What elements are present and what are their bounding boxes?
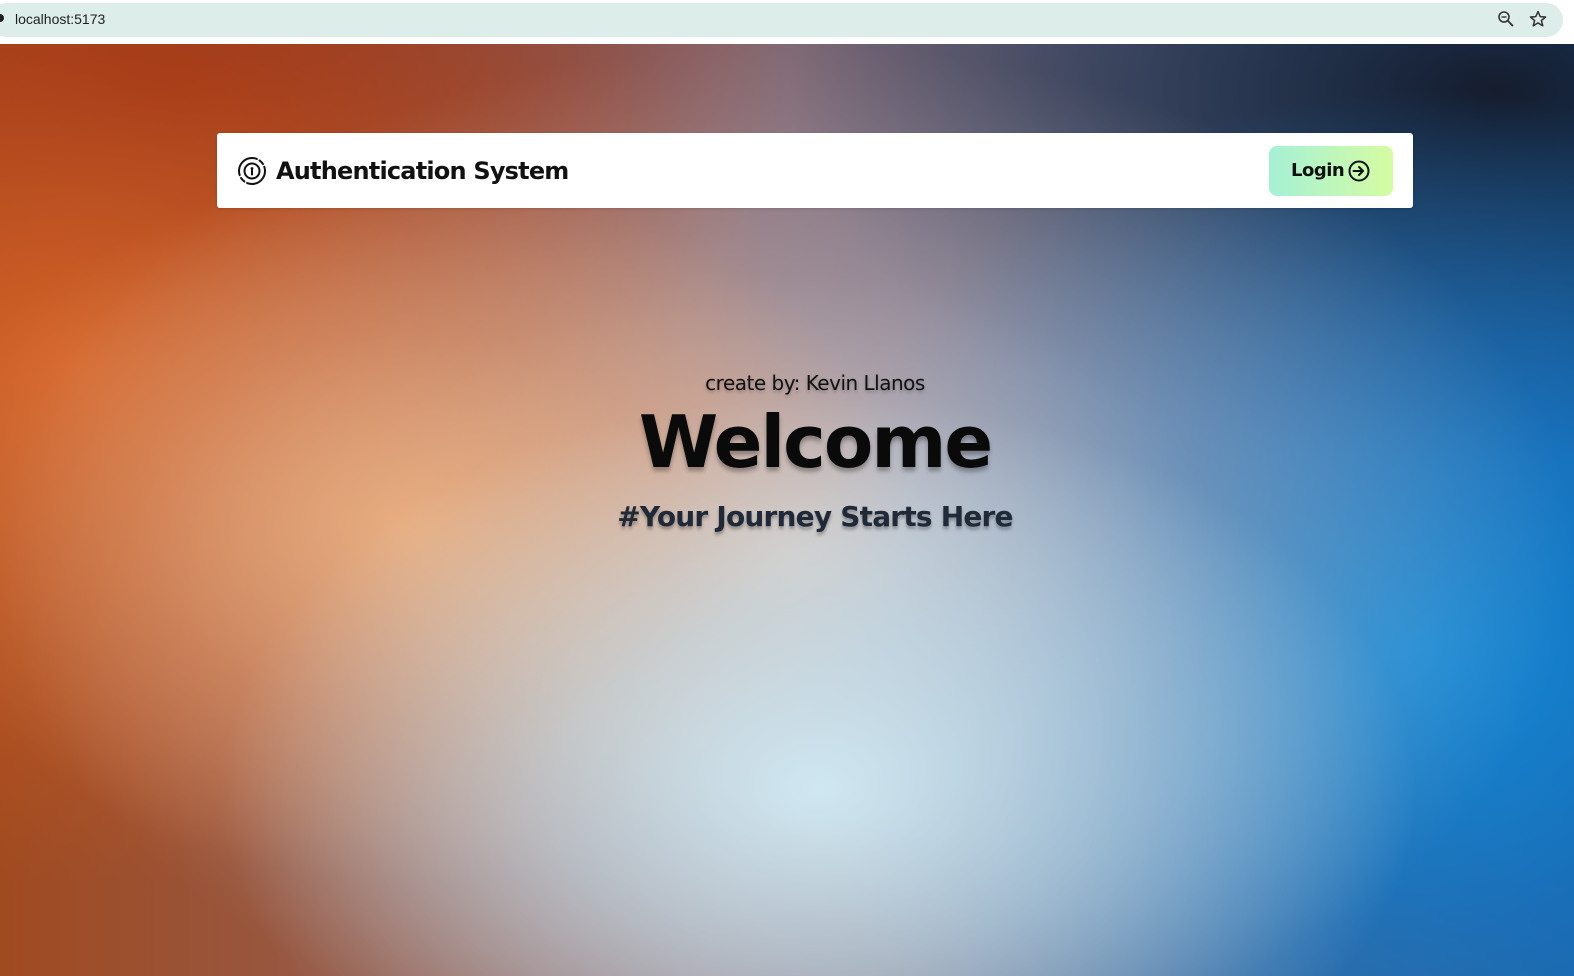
address-bar[interactable] xyxy=(0,3,1563,37)
address-bar-url[interactable]: localhost:5173 xyxy=(15,10,105,28)
hero-section: create by: Kevin Llanos Welcome #Your Jo… xyxy=(0,369,1574,535)
welcome-heading: Welcome xyxy=(638,400,993,484)
login-button-label: Login xyxy=(1291,160,1345,181)
app-title: Authentication System xyxy=(276,157,569,185)
fingerprint-lock-icon xyxy=(236,155,268,187)
zoom-icon[interactable] xyxy=(1496,9,1516,29)
page-background: Authentication System Login create by: K… xyxy=(0,44,1574,976)
bookmark-star-icon[interactable] xyxy=(1528,9,1548,29)
tagline: #Your Journey Starts Here xyxy=(617,500,1013,533)
arrow-right-circle-icon xyxy=(1347,159,1371,183)
navbar: Authentication System Login xyxy=(217,133,1413,208)
creator-credit: create by: Kevin Llanos xyxy=(705,371,925,395)
browser-toolbar: localhost:5173 xyxy=(0,0,1574,44)
login-button[interactable]: Login xyxy=(1269,146,1393,196)
